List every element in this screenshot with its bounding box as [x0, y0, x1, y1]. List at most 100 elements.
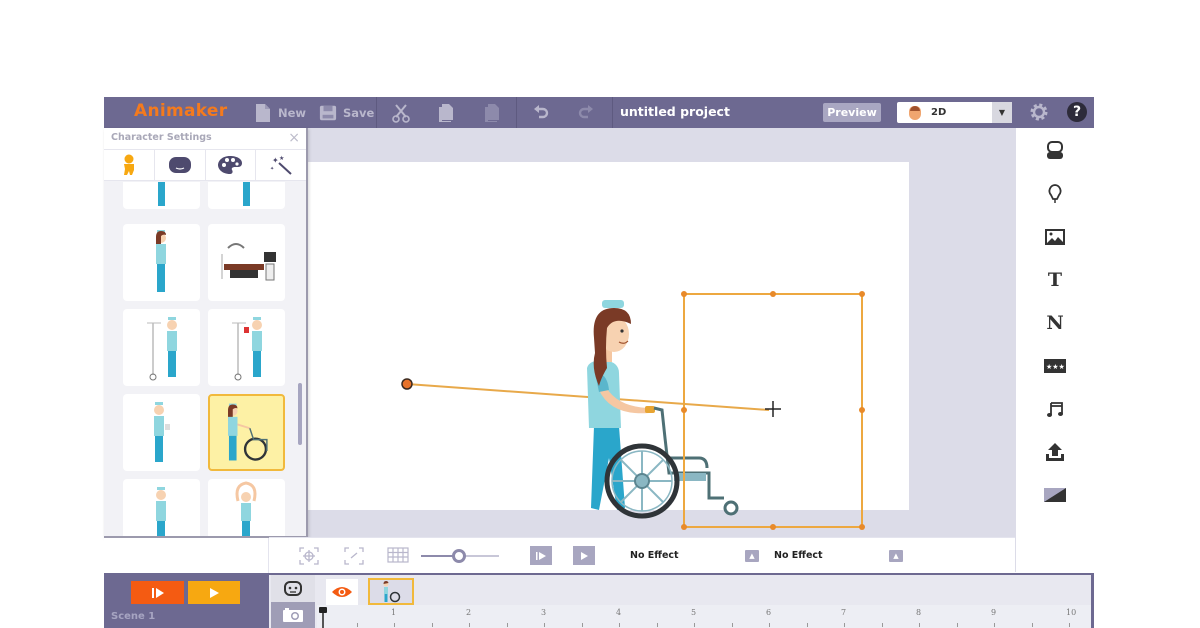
timeline-tab-camera[interactable] [271, 602, 315, 628]
sidebar-item-text[interactable]: T [1044, 269, 1066, 291]
copy-icon [439, 103, 453, 122]
sidebar-item-characters[interactable] [1044, 140, 1066, 162]
chevron-up-icon: ▲ [749, 552, 755, 560]
panel-footer [104, 538, 269, 573]
visibility-toggle[interactable] [326, 579, 358, 605]
save-button[interactable]: Save [319, 102, 374, 123]
move-cursor-icon [765, 401, 781, 417]
fit-screen-icon[interactable] [344, 547, 364, 565]
list-item[interactable] [208, 309, 285, 386]
tab-effects[interactable]: ✦ ★ ✦ [256, 150, 306, 180]
new-button[interactable]: New [254, 102, 306, 123]
help-button[interactable]: ? [1067, 102, 1087, 122]
ruler-half-tick [806, 623, 808, 627]
scene-label[interactable]: Scene 1 [111, 611, 155, 622]
chevron-down-icon[interactable]: ▼ [992, 102, 1012, 123]
sidebar-item-transition[interactable] [1044, 484, 1066, 506]
timeline-ruler[interactable]: 1 2 3 4 5 6 7 8 9 10 [317, 605, 1091, 628]
tab-color[interactable] [206, 150, 257, 180]
motion-path-start-handle[interactable] [401, 378, 413, 390]
ruler-half-tick [656, 623, 658, 627]
sidebar-item-music[interactable] [1044, 398, 1066, 420]
list-item[interactable] [208, 182, 285, 209]
resize-handle[interactable] [859, 524, 865, 530]
copy-button[interactable] [437, 102, 455, 123]
project-title[interactable]: untitled project [620, 104, 730, 119]
resize-handle[interactable] [681, 524, 687, 530]
list-item[interactable] [123, 224, 200, 301]
resize-handle[interactable] [681, 407, 687, 413]
cut-button[interactable] [392, 102, 410, 123]
magic-wand-icon: ✦ ★✦ [270, 155, 292, 175]
ruler-half-tick [731, 623, 733, 627]
resize-handle[interactable] [681, 291, 687, 297]
timeline-tab-characters[interactable] [271, 575, 315, 602]
ruler-half-tick [356, 623, 358, 627]
panel-scrollbar[interactable] [298, 383, 302, 445]
play-from-start-button[interactable] [530, 546, 552, 565]
ruler-tick [694, 623, 695, 627]
list-item[interactable] [208, 224, 285, 301]
enter-effect-dropdown[interactable]: ▲ [745, 550, 759, 562]
ruler-tick-label: 8 [916, 608, 922, 617]
exit-effect-label[interactable]: No Effect [774, 550, 823, 561]
gear-icon[interactable] [1029, 102, 1049, 122]
resize-handle[interactable] [859, 291, 865, 297]
transition-icon [1044, 488, 1066, 502]
play-button[interactable] [573, 546, 595, 565]
stage-controls: No Effect ▲ No Effect ▲ [269, 537, 1015, 573]
image-icon [1045, 229, 1065, 245]
play-all-button[interactable] [188, 581, 240, 604]
resize-handle[interactable] [770, 524, 776, 530]
paste-button[interactable] [483, 102, 501, 123]
tab-actions[interactable] [104, 150, 155, 180]
resize-handle[interactable] [859, 407, 865, 413]
camera-icon [283, 608, 303, 622]
sidebar-item-props[interactable] [1044, 183, 1066, 205]
sidebar-item-backgrounds[interactable] [1044, 226, 1066, 248]
ruler-half-tick [431, 623, 433, 627]
ruler-tick-label: 9 [991, 608, 997, 617]
list-item[interactable] [123, 394, 200, 471]
character-head-icon [284, 580, 302, 596]
mode-value: 2D [931, 107, 947, 118]
preview-button[interactable]: Preview [823, 103, 881, 122]
ruler-tick-label: 1 [391, 608, 397, 617]
enter-effect-label[interactable]: No Effect [630, 550, 679, 561]
play-scene-button[interactable] [131, 581, 184, 604]
ruler-tick [1069, 623, 1070, 627]
undo-button[interactable] [532, 102, 550, 123]
grid-icon[interactable] [387, 547, 409, 563]
sidebar-item-upload[interactable] [1044, 441, 1066, 463]
nurse-standing-thumbnail [156, 230, 166, 292]
list-item[interactable] [123, 182, 200, 209]
exit-effect-dropdown[interactable]: ▲ [889, 550, 903, 562]
play-icon [210, 587, 219, 598]
list-item[interactable] [123, 309, 200, 386]
right-sidebar: T N ★★★ [1015, 128, 1094, 572]
sidebar-item-numbers[interactable]: N [1044, 312, 1066, 334]
resize-handle[interactable] [770, 291, 776, 297]
zoom-slider[interactable] [421, 549, 499, 563]
nurse-writing-thumbnail [156, 487, 166, 536]
ruler-tick [469, 623, 470, 627]
animaker-app: Animaker New Save untitled project Previ… [104, 97, 1094, 628]
mode-dropdown[interactable]: 2D ▼ [897, 102, 1012, 123]
timeline-character-thumbnail[interactable] [368, 578, 414, 605]
app-logo[interactable]: Animaker [134, 101, 227, 121]
number-icon: N [1046, 312, 1064, 334]
list-item[interactable] [123, 479, 200, 536]
ruler-tick-label: 10 [1066, 608, 1077, 617]
list-item[interactable] [208, 479, 285, 536]
list-item-selected[interactable] [208, 394, 285, 471]
center-icon[interactable] [299, 547, 319, 565]
close-icon[interactable]: × [288, 130, 300, 146]
zoom-slider-handle[interactable] [452, 549, 466, 563]
playhead-marker-icon[interactable] [317, 605, 331, 628]
sidebar-item-effects[interactable]: ★★★ [1044, 355, 1066, 377]
redo-icon [578, 104, 593, 118]
tab-face[interactable] [155, 150, 206, 180]
text-icon: T [1047, 269, 1063, 291]
stage-area [269, 128, 1015, 537]
redo-button[interactable] [577, 102, 595, 123]
